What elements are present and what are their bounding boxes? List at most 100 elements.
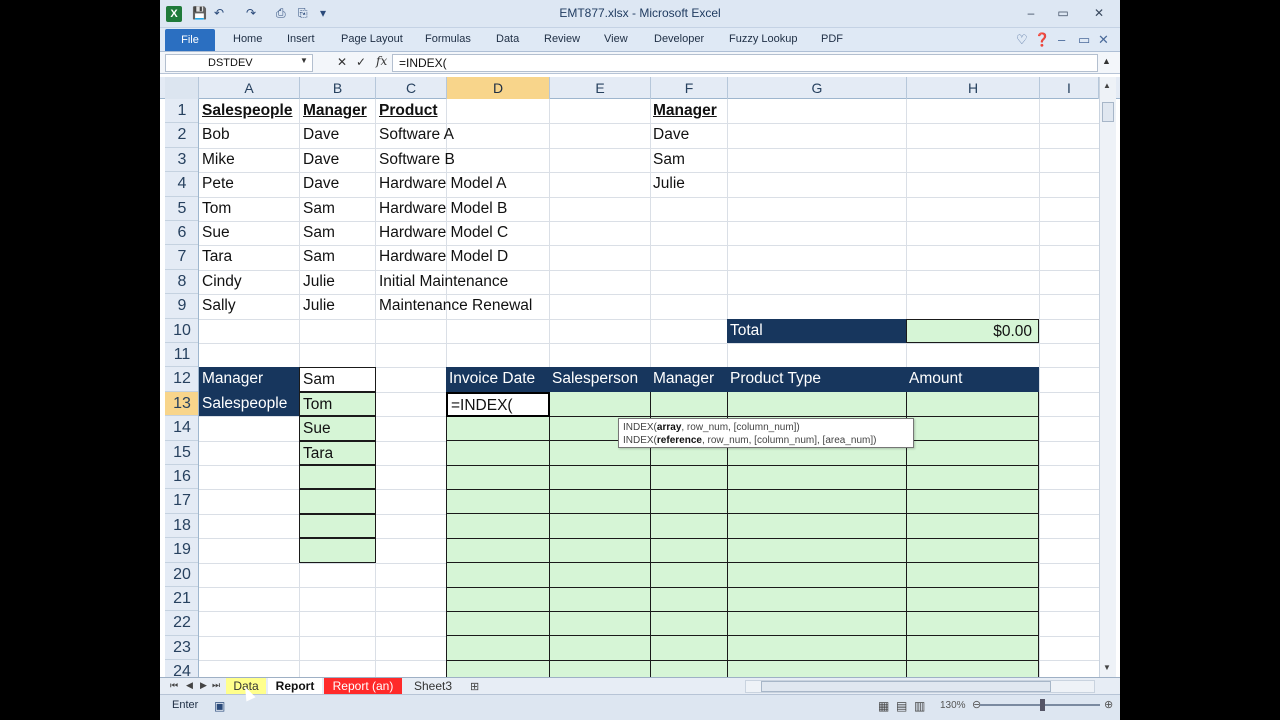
criteria-salesperson-empty[interactable]	[299, 538, 376, 563]
enter-icon[interactable]: ✓	[356, 55, 366, 69]
cell-product[interactable]: Hardware Model A	[376, 172, 507, 196]
worksheet-grid[interactable]: Salespeople Manager Product Manager Bob …	[199, 99, 1099, 677]
cell-manager[interactable]: Julie	[300, 294, 335, 318]
row-header[interactable]: 2	[165, 123, 198, 148]
minimize-ribbon-icon[interactable]: ♡	[1016, 32, 1028, 48]
criteria-manager-value[interactable]: Sam	[299, 367, 376, 392]
active-cell-editor[interactable]: =INDEX(	[446, 391, 550, 417]
row-header[interactable]: 13	[165, 391, 198, 417]
cell-product[interactable]: Hardware Model C	[376, 221, 508, 245]
row-header[interactable]: 9	[165, 294, 198, 319]
column-header-d[interactable]: D	[447, 77, 550, 99]
scroll-down-icon[interactable]: ▼	[1103, 663, 1111, 672]
report-header-invoice-date[interactable]: Invoice Date	[446, 367, 549, 392]
row-header[interactable]: 18	[165, 514, 198, 539]
criteria-salesperson[interactable]: Tom	[299, 391, 376, 417]
prev-sheet-icon[interactable]: ◀	[186, 680, 193, 691]
row-header[interactable]: 24	[165, 660, 198, 677]
cell-manager[interactable]: Dave	[300, 148, 339, 172]
zoom-level[interactable]: 130%	[940, 700, 966, 711]
tab-page-layout[interactable]: Page Layout	[341, 33, 403, 45]
tab-insert[interactable]: Insert	[287, 33, 315, 45]
zoom-slider-thumb[interactable]	[1040, 699, 1045, 711]
header-product[interactable]: Product	[376, 99, 446, 123]
cell-salesperson[interactable]: Cindy	[199, 270, 242, 294]
tab-formulas[interactable]: Formulas	[425, 33, 471, 45]
cell-salesperson[interactable]: Tom	[199, 197, 231, 221]
criteria-salesperson-empty[interactable]	[299, 465, 376, 490]
row-header[interactable]: 7	[165, 245, 198, 270]
tab-pdf[interactable]: PDF	[821, 33, 843, 45]
row-header[interactable]: 8	[165, 270, 198, 295]
cell-product[interactable]: Hardware Model B	[376, 197, 507, 221]
page-break-view-icon[interactable]: ▥	[914, 699, 925, 713]
column-header-h[interactable]: H	[907, 77, 1040, 99]
column-header-c[interactable]: C	[376, 77, 447, 99]
criteria-salesperson-empty[interactable]	[299, 489, 376, 514]
workbook-restore-icon[interactable]: ▭	[1078, 32, 1090, 48]
file-tab[interactable]: File	[165, 29, 215, 51]
criteria-manager-label[interactable]: Manager	[199, 367, 299, 392]
function-tooltip[interactable]: INDEX(array, row_num, [column_num]) INDE…	[618, 418, 914, 448]
insert-sheet-icon[interactable]: ⊞	[470, 680, 479, 693]
cell-salesperson[interactable]: Mike	[199, 148, 235, 172]
cell-salesperson[interactable]: Tara	[199, 245, 232, 269]
cell-manager[interactable]: Sam	[300, 197, 335, 221]
row-header[interactable]: 3	[165, 148, 198, 173]
tab-fuzzy-lookup[interactable]: Fuzzy Lookup	[729, 33, 797, 45]
insert-function-icon[interactable]: fx	[376, 54, 387, 68]
row-header[interactable]: 11	[165, 343, 198, 368]
row-header[interactable]: 19	[165, 538, 198, 563]
minimize-button[interactable]: –	[1018, 4, 1044, 22]
row-header[interactable]: 21	[165, 587, 198, 612]
criteria-salespeople-label[interactable]: Salespeople	[199, 391, 299, 417]
tooltip-arg[interactable]: reference	[657, 435, 702, 446]
header-salespeople[interactable]: Salespeople	[199, 99, 299, 123]
cell-salesperson[interactable]: Bob	[199, 123, 230, 147]
column-header-g[interactable]: G	[728, 77, 907, 99]
column-header-e[interactable]: E	[550, 77, 651, 99]
cell-manager[interactable]: Dave	[300, 172, 339, 196]
tooltip-arg[interactable]: array	[657, 422, 681, 433]
sheet-tab-report[interactable]: Report	[268, 678, 322, 694]
sheet-tab-report-an[interactable]: Report (an)	[324, 678, 402, 694]
row-header[interactable]: 22	[165, 611, 198, 636]
help-icon[interactable]: ❓	[1034, 32, 1050, 48]
cell-salesperson[interactable]: Sally	[199, 294, 236, 318]
row-header[interactable]: 4	[165, 172, 198, 197]
criteria-salesperson[interactable]: Tara	[299, 440, 376, 465]
cell-salesperson[interactable]: Sue	[199, 221, 230, 245]
vertical-scrollbar[interactable]: ▲ ▼	[1099, 77, 1116, 677]
total-label[interactable]: Total	[727, 318, 906, 343]
cell-manager[interactable]: Sam	[300, 245, 335, 269]
cancel-icon[interactable]: ✕	[337, 55, 347, 69]
name-box[interactable]: DSTDEV	[165, 54, 313, 72]
cell-manager-list[interactable]: Julie	[650, 172, 685, 196]
row-header[interactable]: 5	[165, 197, 198, 221]
row-header[interactable]: 16	[165, 465, 198, 490]
row-header[interactable]: 14	[165, 416, 198, 441]
report-header-product-type[interactable]: Product Type	[727, 367, 906, 392]
vertical-scroll-thumb[interactable]	[1102, 102, 1114, 122]
cell-manager-list[interactable]: Dave	[650, 123, 689, 147]
next-sheet-icon[interactable]: ▶	[200, 680, 207, 691]
cell-product[interactable]: Software B	[376, 148, 455, 172]
criteria-salesperson-empty[interactable]	[299, 513, 376, 539]
workbook-minimize-icon[interactable]: –	[1058, 32, 1065, 47]
horizontal-scroll-thumb[interactable]	[761, 681, 1051, 692]
last-sheet-icon[interactable]: ⏭	[212, 680, 220, 691]
row-header[interactable]: 20	[165, 563, 198, 587]
column-header-f[interactable]: F	[651, 77, 728, 99]
tab-developer[interactable]: Developer	[654, 33, 704, 45]
workbook-close-icon[interactable]: ✕	[1098, 32, 1109, 48]
total-value[interactable]: $0.00	[906, 318, 1039, 343]
row-header[interactable]: 17	[165, 489, 198, 514]
header-manager-list[interactable]: Manager	[650, 99, 750, 123]
column-header-a[interactable]: A	[199, 77, 300, 99]
row-header[interactable]: 15	[165, 441, 198, 465]
report-header-manager[interactable]: Manager	[650, 367, 727, 392]
header-manager[interactable]: Manager	[300, 99, 375, 123]
normal-view-icon[interactable]: ▦	[878, 699, 889, 713]
row-header[interactable]: 23	[165, 636, 198, 661]
column-header-b[interactable]: B	[300, 77, 376, 99]
